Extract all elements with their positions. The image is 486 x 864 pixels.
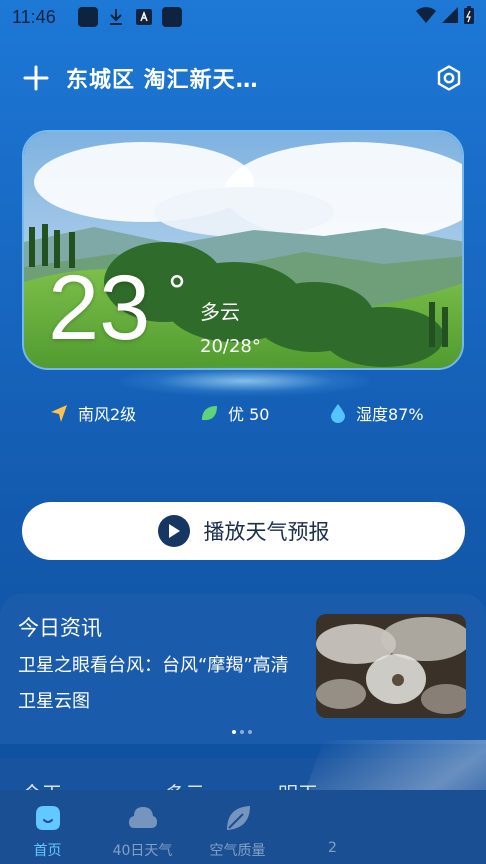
download-icon (106, 7, 126, 27)
tab-40day-label: 40日天气 (112, 843, 173, 859)
stat-air-quality[interactable]: 优 50 (200, 401, 269, 425)
wifi-icon (416, 7, 436, 27)
bottom-tab-bar: 首页 40日天气 空气质量 2 (0, 790, 486, 864)
tab-more-label: 2 (328, 840, 337, 856)
plus-icon (23, 65, 49, 91)
news-section-title: 今日资讯 (18, 616, 102, 640)
add-city-button[interactable] (20, 62, 52, 94)
stat-humidity[interactable]: 湿度87% (330, 401, 424, 425)
tab-air-quality-label: 空气质量 (209, 843, 266, 859)
leaf-icon (202, 406, 217, 421)
carousel-dot (240, 730, 244, 734)
satellite-image[interactable] (316, 614, 466, 718)
leaf-icon (226, 806, 250, 830)
header: 东城区 淘汇新天… (20, 56, 466, 100)
news-card[interactable]: 今日资讯 卫星之眼看台风：台风“摩羯”高清卫星云图 (0, 594, 486, 744)
notification-icon-2 (162, 7, 182, 27)
location-title[interactable]: 东城区 淘汇新天… (66, 62, 259, 94)
play-forecast-label: 播放天气预报 (203, 520, 330, 544)
weather-condition: 多云 (200, 300, 240, 324)
tab-more-icon (318, 804, 348, 832)
notification-icon (78, 7, 98, 27)
degree-symbol: ° (167, 269, 187, 315)
stat-wind[interactable]: 南风2级 (50, 401, 136, 425)
carousel-indicator (232, 730, 252, 734)
status-bar: 11:46 (0, 0, 486, 34)
home-face-icon (35, 806, 60, 830)
tab-home-label: 首页 (33, 843, 62, 859)
stat-air-label: 优 50 (228, 405, 270, 424)
temperature-range: 20/28° (200, 336, 261, 357)
carousel-dot (248, 730, 252, 734)
settings-button[interactable] (432, 61, 466, 95)
gear-icon (437, 65, 461, 91)
current-temperature: 23 (48, 257, 151, 359)
tab-home[interactable]: 首页 (0, 790, 95, 864)
tab-40day[interactable]: 40日天气 (95, 790, 190, 864)
play-forecast-button[interactable]: 播放天气预报 (22, 502, 465, 560)
carousel-dot (232, 730, 236, 734)
stat-humidity-label: 湿度87% (356, 405, 424, 424)
app-notification-icon (134, 7, 154, 27)
wind-icon (51, 405, 67, 422)
stat-wind-label: 南风2级 (78, 405, 137, 424)
tab-air-quality[interactable]: 空气质量 (190, 790, 285, 864)
status-time: 11:46 (12, 6, 56, 27)
weather-stats: 南风2级 优 50 湿度87% (0, 398, 486, 428)
cloud-icon (128, 807, 157, 828)
tab-more[interactable]: 2 (285, 790, 380, 864)
hero-glow (120, 366, 370, 396)
signal-icon (442, 7, 458, 27)
water-drop-icon (331, 404, 345, 423)
news-headline[interactable]: 卫星之眼看台风：台风“摩羯”高清卫星云图 (18, 648, 298, 720)
battery-icon (464, 6, 474, 28)
play-icon (157, 515, 190, 547)
